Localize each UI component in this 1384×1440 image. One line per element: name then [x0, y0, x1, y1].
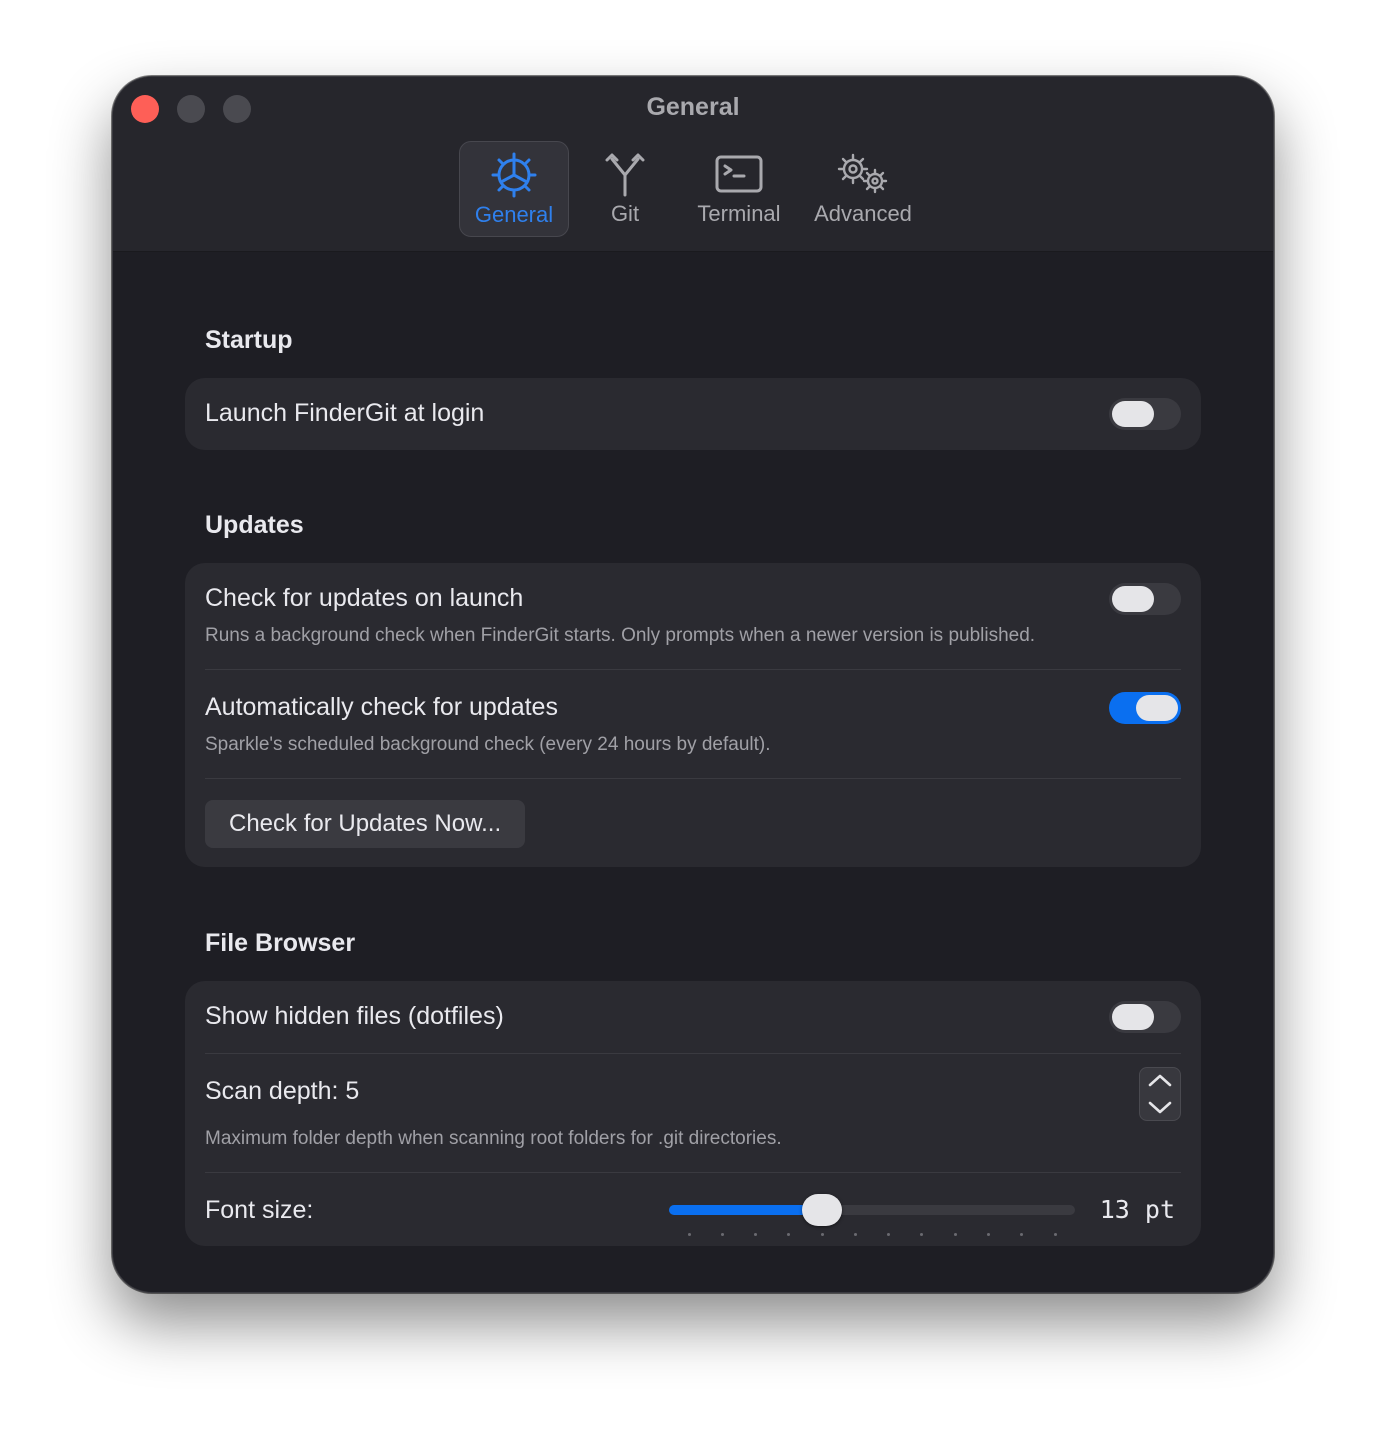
slider-fill	[669, 1205, 823, 1215]
slider-tick	[687, 1233, 691, 1236]
slider-tick	[920, 1233, 924, 1236]
auto-check-toggle[interactable]	[1109, 692, 1181, 724]
slider-tick	[986, 1233, 990, 1236]
general-gear-icon	[460, 152, 568, 198]
stepper-up-button[interactable]	[1140, 1068, 1180, 1094]
file-browser-card: Show hidden files (dotfiles) Scan depth:…	[185, 981, 1201, 1246]
scan-depth-stepper[interactable]	[1139, 1067, 1181, 1121]
slider-tick	[820, 1233, 824, 1236]
tab-terminal-label: Terminal	[697, 201, 781, 226]
check-on-launch-label: Check for updates on launch	[205, 584, 524, 612]
slider-knob[interactable]	[802, 1194, 843, 1226]
auto-check-description: Sparkle's scheduled background check (ev…	[205, 734, 771, 755]
divider	[205, 1172, 1181, 1173]
toggle-knob	[1112, 1004, 1154, 1030]
show-hidden-toggle[interactable]	[1109, 1001, 1181, 1033]
slider-tick	[1020, 1233, 1024, 1236]
git-branch-icon	[575, 151, 675, 197]
slider-tick	[754, 1233, 758, 1236]
check-on-launch-toggle[interactable]	[1109, 583, 1181, 615]
slider-tick	[1053, 1233, 1057, 1236]
toolbar: General General Git Terminal Advanced	[113, 77, 1273, 252]
settings-window: General General Git Terminal Advanced St…	[112, 76, 1274, 1293]
divider	[205, 669, 1181, 670]
gears-icon	[803, 151, 923, 197]
scan-depth-label: Scan depth: 5	[205, 1077, 360, 1105]
tab-terminal[interactable]: Terminal	[685, 141, 793, 235]
section-title-startup: Startup	[205, 326, 293, 354]
divider	[205, 1053, 1181, 1054]
tab-general-label: General	[474, 202, 554, 227]
updates-card: Check for updates on launch Runs a backg…	[185, 563, 1201, 867]
font-size-slider[interactable]	[669, 1194, 1075, 1236]
slider-tick	[887, 1233, 891, 1236]
toggle-knob	[1112, 586, 1154, 612]
slider-tick	[853, 1233, 857, 1236]
chevron-down-icon	[1148, 1101, 1172, 1114]
font-size-value: 13 pt	[1099, 1195, 1175, 1224]
section-title-updates: Updates	[205, 511, 304, 539]
toggle-knob	[1112, 401, 1154, 427]
launch-at-login-toggle[interactable]	[1109, 398, 1181, 430]
show-hidden-label: Show hidden files (dotfiles)	[205, 1002, 504, 1030]
preferences-tabs: General Git Terminal Advanced	[113, 141, 1273, 237]
slider-tick	[953, 1233, 957, 1236]
chevron-up-icon	[1148, 1074, 1172, 1087]
tab-advanced-label: Advanced	[814, 201, 912, 226]
tab-git-label: Git	[610, 201, 640, 226]
startup-card: Launch FinderGit at login	[185, 378, 1201, 450]
terminal-icon	[685, 151, 793, 197]
toggle-knob	[1136, 695, 1178, 721]
slider-tick	[720, 1233, 724, 1236]
check-updates-now-button[interactable]: Check for Updates Now...	[205, 800, 526, 848]
section-title-file-browser: File Browser	[205, 929, 356, 957]
scan-depth-description: Maximum folder depth when scanning root …	[205, 1128, 782, 1149]
slider-tick	[787, 1233, 791, 1236]
check-on-launch-description: Runs a background check when FinderGit s…	[205, 625, 1036, 646]
tab-git[interactable]: Git	[575, 141, 675, 235]
divider	[205, 778, 1181, 779]
auto-check-label: Automatically check for updates	[205, 693, 558, 721]
font-size-label: Font size:	[205, 1196, 314, 1224]
stepper-down-button[interactable]	[1140, 1094, 1180, 1120]
tab-advanced[interactable]: Advanced	[803, 141, 923, 235]
tab-general[interactable]: General	[459, 141, 569, 237]
launch-at-login-label: Launch FinderGit at login	[205, 399, 485, 427]
window-title: General	[646, 93, 740, 121]
